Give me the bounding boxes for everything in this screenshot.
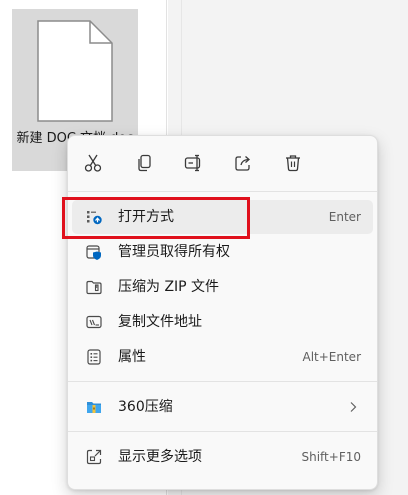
menu-item-take-ownership[interactable]: 管理员取得所有权: [72, 235, 373, 269]
more-options-icon: [86, 449, 102, 465]
trash-icon: [286, 155, 300, 172]
shield-ownership-icon: [86, 245, 101, 260]
menu-separator: [68, 191, 377, 192]
menu-item-360-compress[interactable]: 360压缩: [72, 390, 373, 424]
quick-action-bar: [68, 136, 377, 190]
open-with-icon: [87, 211, 102, 225]
cut-button[interactable]: [78, 148, 108, 178]
menu-item-label: 属性: [118, 349, 146, 365]
screen: 新建 DOC 文档.doc: [0, 0, 408, 495]
chevron-right-icon: [350, 402, 357, 412]
copy-path-icon: [86, 315, 102, 329]
menu-item-label: 打开方式: [118, 209, 174, 225]
menu-item-open-with[interactable]: 打开方式 Enter: [72, 200, 373, 234]
menu-item-label: 复制文件地址: [118, 314, 202, 330]
menu-item-label: 管理员取得所有权: [118, 244, 230, 260]
menu-item-label: 360压缩: [118, 399, 173, 415]
menu-item-shortcut: Enter: [328, 210, 361, 224]
copy-button[interactable]: [130, 148, 160, 178]
menu-item-shortcut: Alt+Enter: [302, 350, 361, 364]
menu-item-properties[interactable]: 属性 Alt+Enter: [72, 340, 373, 374]
delete-button[interactable]: [278, 148, 308, 178]
zip-archive-icon: [86, 280, 102, 295]
scissors-icon: [84, 154, 102, 172]
menu-item-label: 显示更多选项: [118, 449, 202, 465]
menu-item-copy-path[interactable]: 复制文件地址: [72, 305, 373, 339]
menu-item-shortcut: Shift+F10: [301, 450, 361, 464]
rename-button[interactable]: [179, 148, 209, 178]
archive-360-icon: [87, 402, 101, 413]
menu-item-show-more-options[interactable]: 显示更多选项 Shift+F10: [72, 440, 373, 474]
menu-item-label: 压缩为 ZIP 文件: [118, 279, 220, 295]
properties-icon: [87, 349, 101, 365]
copy-icon: [138, 154, 151, 172]
menu-separator: [68, 431, 377, 432]
menu-item-compress-zip[interactable]: 压缩为 ZIP 文件: [72, 270, 373, 304]
share-button[interactable]: [228, 148, 258, 178]
document-file-icon: [37, 20, 113, 122]
menu-separator: [68, 381, 377, 382]
context-menu: 打开方式 Enter 管理员取得所有权 压缩为 ZIP 文件 复制文件地址 属性…: [67, 135, 378, 490]
share-icon: [235, 156, 250, 171]
rename-icon: [184, 154, 201, 172]
